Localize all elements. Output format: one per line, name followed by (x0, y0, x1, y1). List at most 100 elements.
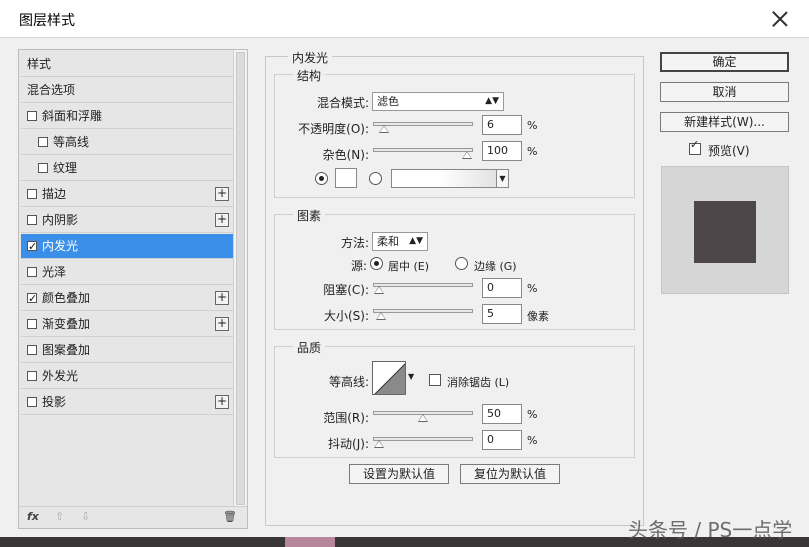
cancel-button[interactable]: 取消 (660, 82, 789, 102)
style-checkbox[interactable] (27, 371, 37, 381)
style-list-item[interactable]: 等高线 (21, 130, 233, 155)
jitter-slider[interactable] (373, 437, 473, 448)
solid-color-radio[interactable] (315, 172, 328, 185)
noise-knob[interactable] (462, 151, 472, 159)
size-slider[interactable] (373, 309, 473, 320)
size-knob[interactable] (375, 312, 386, 320)
style-list-item[interactable]: 斜面和浮雕 (21, 104, 233, 129)
style-checkbox[interactable] (27, 189, 37, 199)
structure-group: 结构 混合模式: 滤色 ▲▼ 不透明度(O): 6 % 杂色(N): 100 % … (274, 67, 635, 198)
preview-checkbox[interactable]: ✓ (689, 138, 701, 155)
add-effect-icon[interactable]: + (215, 317, 229, 331)
range-knob[interactable] (418, 414, 428, 422)
antialias-checkbox[interactable] (429, 374, 441, 386)
style-checkbox[interactable] (27, 287, 37, 311)
style-checkbox[interactable] (27, 345, 37, 355)
blend-mode-label: 混合模式: (316, 96, 369, 110)
style-list-item[interactable]: 图案叠加 (21, 338, 233, 363)
style-item-label: 纹理 (53, 161, 78, 175)
source-edge-radio[interactable] (455, 257, 468, 270)
move-up-icon[interactable]: ⇧ (55, 510, 64, 523)
section-title: 内发光 (288, 49, 333, 66)
choke-knob[interactable] (374, 286, 384, 294)
style-item-label: 外发光 (42, 369, 79, 383)
noise-percent: % (527, 145, 538, 158)
source-center-radio[interactable] (370, 257, 383, 270)
style-list-item[interactable]: 光泽 (21, 260, 233, 285)
style-list-item[interactable]: 描边 + (21, 182, 233, 207)
choke-input[interactable]: 0 (482, 278, 522, 298)
style-checkbox[interactable] (27, 111, 37, 121)
select-arrow-icon: ▲▼ (485, 96, 499, 106)
opacity-label: 不透明度(O): (298, 122, 369, 136)
style-checkbox[interactable] (38, 137, 48, 147)
jitter-knob[interactable] (374, 440, 384, 448)
noise-input[interactable]: 100 (482, 141, 522, 161)
fx-icon[interactable]: fx (27, 510, 39, 523)
move-down-icon[interactable]: ⇩ (81, 510, 90, 523)
style-list-item[interactable]: 外发光 (21, 364, 233, 389)
style-list-item[interactable]: 渐变叠加 + (21, 312, 233, 337)
style-list-item[interactable]: 纹理 (21, 156, 233, 181)
style-item-label: 内发光 (42, 239, 79, 253)
glow-color-swatch[interactable] (335, 168, 357, 188)
style-checkbox[interactable] (27, 235, 37, 259)
opacity-slider[interactable] (373, 122, 473, 133)
trash-icon[interactable]: 🗑 (223, 510, 237, 523)
background-accent (285, 537, 335, 547)
gradient-dropdown-icon[interactable]: ▼ (496, 170, 508, 187)
watermark: 头条号 / PS一点学 (628, 518, 793, 542)
jitter-input[interactable]: 0 (482, 430, 522, 450)
new-style-button[interactable]: 新建样式(W)... (660, 112, 789, 132)
size-input[interactable]: 5 (482, 304, 522, 324)
gradient-picker[interactable]: ▼ (391, 169, 509, 188)
opacity-input[interactable]: 6 (482, 115, 522, 135)
scrollbar-thumb[interactable] (236, 52, 245, 505)
style-checkbox[interactable] (27, 397, 37, 407)
style-item-label: 斜面和浮雕 (42, 109, 103, 123)
style-list-item[interactable]: 颜色叠加 + (21, 286, 233, 311)
style-item-label: 等高线 (53, 135, 90, 149)
style-list-scrollbar[interactable] (233, 50, 247, 508)
noise-slider[interactable] (373, 148, 473, 159)
contour-picker[interactable] (372, 361, 406, 395)
style-checkbox[interactable] (27, 319, 37, 329)
style-checkbox[interactable] (38, 163, 48, 173)
noise-label: 杂色(N): (322, 148, 369, 162)
blend-mode-select[interactable]: 滤色 ▲▼ (372, 92, 504, 111)
window-title: 图层样式 (19, 13, 75, 29)
ok-button[interactable]: 确定 (660, 52, 789, 72)
style-list-item[interactable]: 内发光 (21, 234, 233, 259)
style-list-item[interactable]: 投影 + (21, 390, 233, 415)
range-slider[interactable] (373, 411, 473, 422)
method-select[interactable]: 柔和 ▲▼ (372, 232, 428, 251)
style-item-label: 内阴影 (42, 213, 79, 227)
source-edge-label: 边缘 (G) (474, 260, 517, 273)
check-icon: ✓ (690, 138, 700, 151)
style-checkbox[interactable] (27, 267, 37, 277)
opacity-knob[interactable] (379, 125, 390, 133)
add-effect-icon[interactable]: + (215, 395, 229, 409)
style-list-item[interactable]: 混合选项 (21, 78, 233, 103)
choke-percent: % (527, 282, 538, 295)
style-checkbox[interactable] (27, 215, 37, 225)
choke-slider[interactable] (373, 283, 473, 294)
add-effect-icon[interactable]: + (215, 213, 229, 227)
elements-title: 图素 (293, 207, 326, 224)
gradient-radio[interactable] (369, 172, 382, 185)
preview-swatch (694, 201, 756, 263)
select-arrow-icon: ▲▼ (409, 236, 423, 246)
style-list-item[interactable]: 样式 (21, 52, 233, 77)
contour-curve-icon (374, 363, 405, 394)
range-input[interactable]: 50 (482, 404, 522, 424)
style-list-item[interactable]: 内阴影 + (21, 208, 233, 233)
add-effect-icon[interactable]: + (215, 291, 229, 305)
reset-default-button[interactable]: 复位为默认值 (460, 464, 560, 484)
source-center-label: 居中 (E) (388, 260, 430, 273)
close-icon[interactable] (766, 5, 794, 33)
source-label: 源: (350, 259, 367, 273)
contour-dropdown-icon[interactable]: ▼ (408, 372, 414, 381)
set-default-button[interactable]: 设置为默认值 (349, 464, 449, 484)
add-effect-icon[interactable]: + (215, 187, 229, 201)
opacity-percent: % (527, 119, 538, 132)
